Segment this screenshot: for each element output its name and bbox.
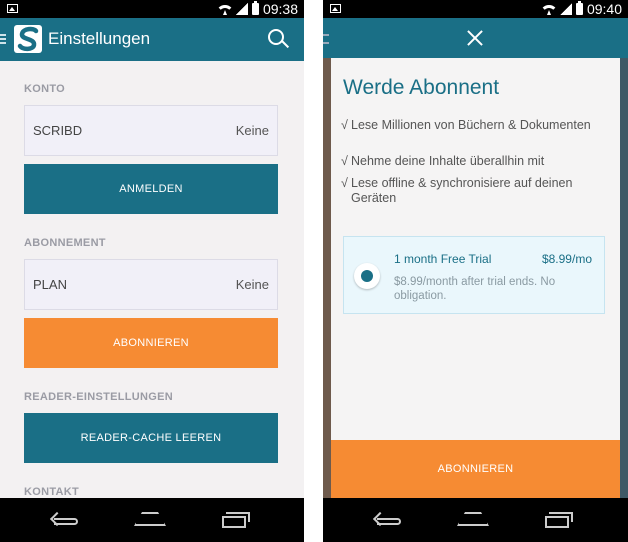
modal-header — [331, 18, 620, 58]
wifi-icon — [542, 3, 556, 15]
drawer-icon[interactable] — [0, 34, 6, 44]
back-icon[interactable] — [375, 512, 401, 526]
account-field[interactable]: SCRIBD Keine — [24, 105, 278, 156]
dialog-title: Werde Abonnent — [343, 76, 500, 99]
image-notification-icon — [7, 4, 18, 13]
section-abonnement: ABONNEMENT — [24, 237, 106, 249]
account-field-value: Keine — [235, 123, 269, 138]
subscribe-screen: 09:40 Werde Abonnent √ Lese Millionen vo… — [323, 0, 628, 542]
recents-icon[interactable] — [545, 512, 573, 528]
page-title: Einstellungen — [48, 29, 151, 48]
plan-option-card[interactable]: 1 month Free Trial $8.99/mo $8.99/month … — [343, 236, 605, 314]
background-content — [323, 58, 331, 498]
benefit-item: √ Lese Millionen von Büchern & Dokumente… — [341, 118, 606, 133]
plan-description: $8.99/month after trial ends. No obligat… — [394, 276, 556, 302]
benefit-item: √ Nehme deine Inhalte überallhin mit — [341, 154, 606, 169]
check-icon: √ — [341, 154, 348, 168]
home-icon[interactable] — [134, 512, 166, 526]
login-button[interactable]: ANMELDEN — [24, 164, 278, 214]
plan-price: $8.99/mo — [541, 252, 592, 266]
wifi-icon — [218, 3, 232, 15]
account-field-label: SCRIBD — [33, 123, 83, 138]
home-icon[interactable] — [457, 512, 489, 526]
check-icon: √ — [341, 176, 348, 190]
plan-field-value: Keine — [235, 277, 269, 292]
section-konto: KONTO — [24, 83, 66, 95]
section-kontakt: KONTAKT — [24, 486, 80, 498]
status-bar: 09:40 — [323, 0, 628, 18]
scribd-logo[interactable] — [14, 25, 42, 53]
benefit-text: Lese offline & synchronisiere auf deinen… — [351, 176, 573, 205]
image-notification-icon — [330, 4, 341, 13]
plan-name: 1 month Free Trial — [394, 252, 492, 266]
clear-cache-button[interactable]: READER-CACHE LEEREN — [24, 413, 278, 463]
back-icon[interactable] — [52, 512, 78, 526]
battery-icon — [575, 1, 583, 15]
battery-icon — [251, 1, 259, 15]
status-time: 09:38 — [262, 1, 298, 17]
signal-icon — [559, 3, 572, 15]
app-bar: Einstellungen — [0, 18, 304, 61]
plan-field-label: PLAN — [33, 277, 67, 292]
status-time: 09:40 — [586, 1, 622, 17]
close-icon[interactable] — [466, 29, 484, 47]
search-icon[interactable] — [268, 29, 288, 49]
plan-field[interactable]: PLAN Keine — [24, 259, 278, 310]
benefit-item: √ Lese offline & synchronisiere auf dein… — [341, 176, 606, 206]
settings-screen: 09:38 Einstellungen KONTO SCRIBD Keine A… — [0, 0, 304, 542]
benefit-text: Nehme deine Inhalte überallhin mit — [351, 154, 545, 168]
check-icon: √ — [341, 118, 348, 132]
plan-radio-button[interactable] — [354, 263, 380, 289]
navigation-bar — [323, 498, 628, 542]
subscribe-button[interactable]: ABONNIEREN — [24, 318, 278, 368]
subscribe-button[interactable]: ABONNIEREN — [331, 440, 620, 498]
background-content — [620, 58, 628, 498]
subscribe-dialog: Werde Abonnent √ Lese Millionen von Büch… — [331, 58, 620, 440]
navigation-bar — [0, 498, 304, 542]
drawer-icon — [323, 34, 329, 44]
recents-icon[interactable] — [222, 512, 250, 528]
benefit-text: Lese Millionen von Büchern & Dokumenten — [351, 118, 591, 132]
status-bar: 09:38 — [0, 0, 304, 18]
signal-icon — [235, 3, 248, 15]
section-reader-settings: READER-EINSTELLUNGEN — [24, 391, 174, 403]
